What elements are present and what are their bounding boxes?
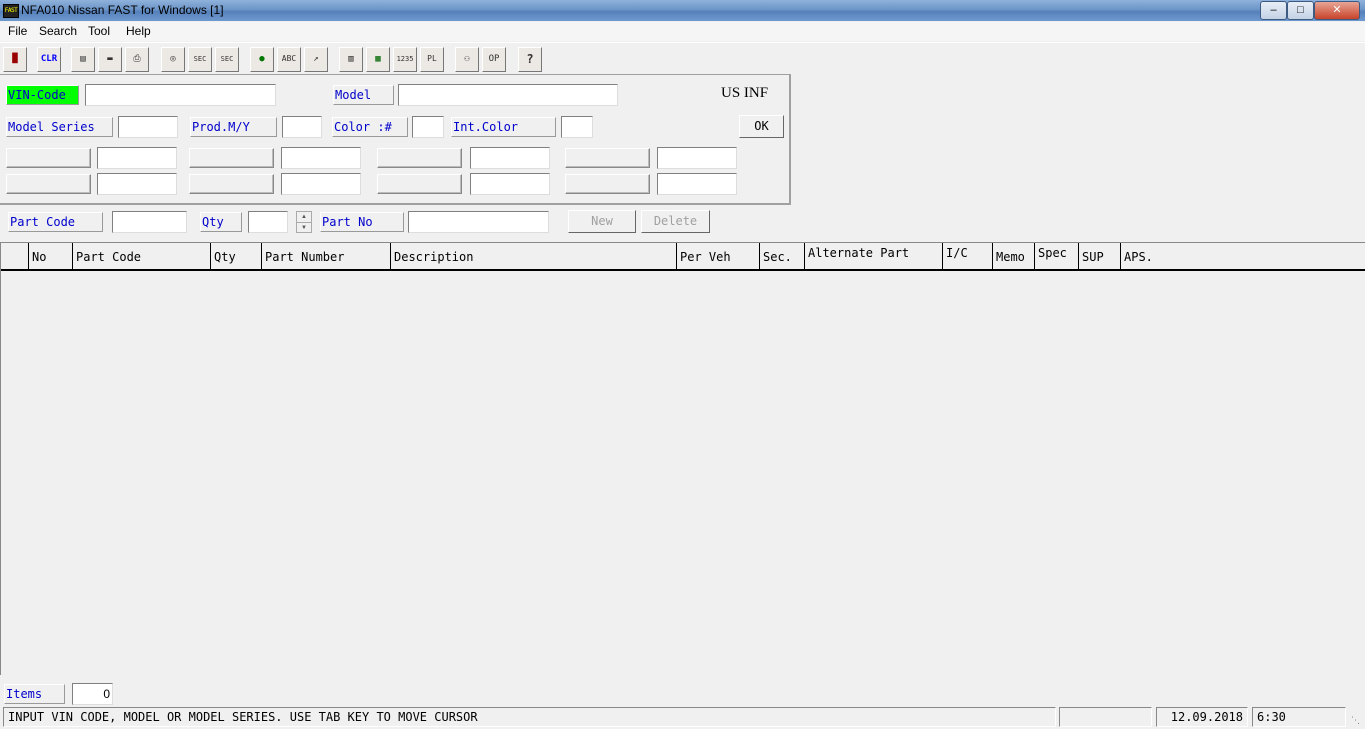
- toolbar: █ CLR ▤ ▬ ⎙ ◎ SEC SEC ● ABC ↗ ▥ ▦ 1235 P…: [0, 42, 1365, 75]
- option-button[interactable]: [189, 148, 274, 168]
- region-label: US INF: [721, 85, 769, 101]
- col-alternate-part[interactable]: Alternate Part: [805, 243, 943, 269]
- col-sup[interactable]: SUP: [1079, 243, 1121, 269]
- qty-input[interactable]: [248, 211, 288, 233]
- qty-spinner[interactable]: ▲ ▼: [296, 211, 312, 233]
- col-spec[interactable]: Spec: [1035, 243, 1079, 269]
- clipboard-icon[interactable]: ▦: [366, 47, 390, 72]
- part-no-label: Part No: [320, 212, 404, 232]
- book-icon[interactable]: ▥: [339, 47, 363, 72]
- col-part-code[interactable]: Part Code: [73, 243, 211, 269]
- status-message: INPUT VIN CODE, MODEL OR MODEL SERIES. U…: [3, 707, 1056, 727]
- color-label: Color :#: [332, 117, 408, 137]
- option-button[interactable]: [189, 174, 274, 194]
- option-input[interactable]: [470, 173, 550, 195]
- prod-my-label: Prod.M/Y: [190, 117, 277, 137]
- minimize-button[interactable]: ‒: [1260, 1, 1287, 20]
- status-extra: [1059, 707, 1152, 727]
- col-description[interactable]: Description: [391, 243, 677, 269]
- option-input[interactable]: [281, 147, 361, 169]
- int-color-label: Int.Color: [451, 117, 556, 137]
- qty-label: Qty: [200, 212, 242, 232]
- part-code-label: Part Code: [8, 212, 103, 232]
- col-ic[interactable]: I/C: [943, 243, 993, 269]
- part-code-input[interactable]: [112, 211, 187, 233]
- exit-icon[interactable]: █: [3, 47, 27, 72]
- option-input[interactable]: [657, 147, 737, 169]
- parts-list-icon[interactable]: PL: [420, 47, 444, 72]
- new-button[interactable]: New: [568, 210, 636, 233]
- app-icon[interactable]: FAST: [3, 4, 19, 18]
- status-date: 12.09.2018: [1156, 707, 1248, 727]
- col-memo[interactable]: Memo: [993, 243, 1035, 269]
- save-icon[interactable]: ▤: [71, 47, 95, 72]
- col-aps[interactable]: APS.: [1121, 243, 1365, 269]
- menu-help[interactable]: Help: [124, 24, 153, 38]
- resize-grip-icon[interactable]: ⋱: [1351, 714, 1363, 726]
- open-folder-icon[interactable]: ▬: [98, 47, 122, 72]
- option-input[interactable]: [97, 147, 177, 169]
- help-icon[interactable]: ?: [518, 47, 542, 72]
- col-no[interactable]: No: [29, 243, 73, 269]
- option-button[interactable]: [377, 174, 462, 194]
- option-button[interactable]: [565, 174, 650, 194]
- chart-icon[interactable]: ↗: [304, 47, 328, 72]
- prod-my-input[interactable]: [282, 116, 322, 138]
- items-count: 0: [72, 683, 113, 705]
- abc-icon[interactable]: ABC: [277, 47, 301, 72]
- col-per-veh[interactable]: Per Veh: [677, 243, 760, 269]
- grid-header: No Part Code Qty Part Number Description…: [1, 243, 1365, 271]
- window-title: NFA010 Nissan FAST for Windows [1]: [21, 3, 224, 17]
- find-icon[interactable]: ◎: [161, 47, 185, 72]
- model-label: Model: [333, 85, 394, 105]
- delete-button[interactable]: Delete: [641, 210, 710, 233]
- ok-button[interactable]: OK: [739, 115, 784, 138]
- option-input[interactable]: [97, 173, 177, 195]
- int-color-input[interactable]: [561, 116, 593, 138]
- title-bar[interactable]: FAST NFA010 Nissan FAST for Windows [1] …: [0, 0, 1365, 21]
- number-icon[interactable]: 1235: [393, 47, 417, 72]
- maximize-button[interactable]: □: [1287, 1, 1314, 20]
- option-input[interactable]: [657, 173, 737, 195]
- illustration-section-icon[interactable]: SEC: [215, 47, 239, 72]
- grid-corner: [1, 243, 29, 269]
- model-series-input[interactable]: [118, 116, 178, 138]
- vin-code-label: VIN-Code: [6, 85, 79, 105]
- status-time: 6:30: [1252, 707, 1346, 727]
- option-input[interactable]: [281, 173, 361, 195]
- option-button[interactable]: [565, 148, 650, 168]
- col-part-number[interactable]: Part Number: [262, 243, 391, 269]
- close-button[interactable]: ✕: [1314, 1, 1360, 20]
- col-qty[interactable]: Qty: [211, 243, 262, 269]
- vin-code-input[interactable]: [85, 84, 276, 106]
- option-button[interactable]: [6, 148, 91, 168]
- parts-grid[interactable]: No Part Code Qty Part Number Description…: [0, 242, 1365, 675]
- option-button[interactable]: [6, 174, 91, 194]
- option-button[interactable]: [377, 148, 462, 168]
- spinner-down-icon[interactable]: ▼: [297, 223, 311, 233]
- spinner-up-icon[interactable]: ▲: [297, 212, 311, 223]
- model-input[interactable]: [398, 84, 618, 106]
- items-label: Items: [4, 684, 65, 704]
- col-sec[interactable]: Sec.: [760, 243, 805, 269]
- menu-bar: File Search Tool Help: [0, 22, 1365, 41]
- menu-tool[interactable]: Tool: [86, 24, 112, 38]
- model-series-label: Model Series: [6, 117, 113, 137]
- print-icon[interactable]: ⎙: [125, 47, 149, 72]
- menu-search[interactable]: Search: [37, 24, 79, 38]
- globe-icon[interactable]: ●: [250, 47, 274, 72]
- section-icon[interactable]: SEC: [188, 47, 212, 72]
- menu-file[interactable]: File: [6, 24, 29, 38]
- op-icon[interactable]: OP: [482, 47, 506, 72]
- color-input[interactable]: [412, 116, 444, 138]
- users-icon[interactable]: ⚇: [455, 47, 479, 72]
- clear-icon[interactable]: CLR: [37, 47, 61, 72]
- status-bar: INPUT VIN CODE, MODEL OR MODEL SERIES. U…: [0, 706, 1365, 729]
- option-input[interactable]: [470, 147, 550, 169]
- part-no-input[interactable]: [408, 211, 549, 233]
